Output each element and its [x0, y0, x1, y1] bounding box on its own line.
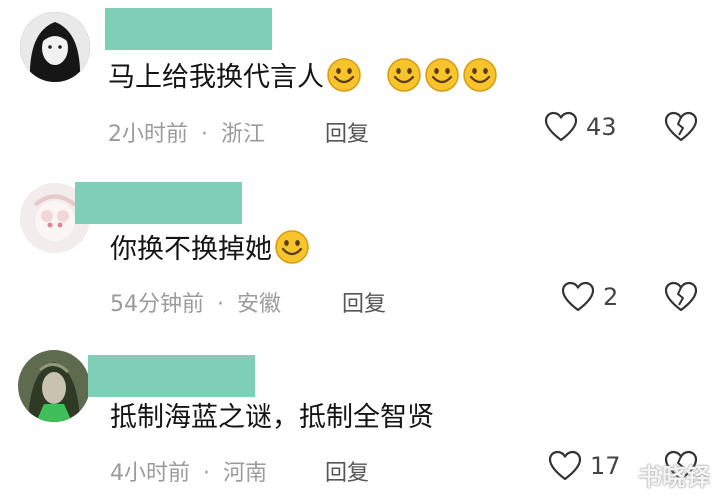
comment-text: 抵制海蓝之谜，抵制全智贤: [110, 402, 434, 433]
meta-separator: ·: [203, 461, 210, 486]
comment-time: 2小时前: [108, 122, 188, 147]
smiley-emoji-icon: [425, 58, 459, 92]
like-button[interactable]: 2: [561, 281, 618, 313]
broken-heart-icon[interactable]: [664, 281, 698, 313]
comment-text: 马上给我换代言人: [108, 57, 498, 96]
comment-meta: 4小时前 · 河南: [110, 455, 267, 487]
comment-text: 你换不换掉她: [110, 229, 310, 268]
like-count: 43: [586, 113, 617, 141]
comment-location: 浙江: [221, 122, 266, 147]
username-redacted: [75, 182, 242, 224]
meta-separator: ·: [217, 292, 224, 317]
username-redacted: [105, 8, 272, 50]
reply-button[interactable]: 回复: [325, 116, 369, 148]
comment-meta: 54分钟前 · 安徽: [110, 286, 281, 318]
avatar[interactable]: [18, 350, 90, 422]
like-button[interactable]: 43: [544, 111, 617, 143]
smiley-emoji-icon: [275, 230, 309, 264]
avatar[interactable]: [20, 12, 90, 82]
watermark: 书晓铎: [638, 463, 710, 491]
username-redacted: [88, 355, 255, 397]
like-button[interactable]: 17: [548, 450, 621, 482]
heart-outline-icon: [548, 450, 582, 481]
smiley-emoji-icon: [327, 58, 361, 92]
comment-meta: 2小时前 · 浙江: [108, 116, 265, 148]
smiley-emoji-icon: [463, 58, 497, 92]
comment-location: 安徽: [237, 292, 282, 317]
like-count: 2: [603, 283, 619, 311]
reply-button[interactable]: 回复: [342, 286, 386, 318]
comment-time: 4小时前: [110, 461, 190, 486]
meta-separator: ·: [201, 122, 208, 147]
heart-outline-icon: [544, 111, 578, 142]
comment-time: 54分钟前: [110, 292, 204, 317]
like-count: 17: [590, 452, 621, 480]
smiley-emoji-icon: [387, 58, 421, 92]
reply-button[interactable]: 回复: [325, 455, 369, 487]
heart-outline-icon: [561, 281, 595, 312]
comment-location: 河南: [223, 461, 268, 486]
broken-heart-icon[interactable]: [664, 111, 698, 143]
